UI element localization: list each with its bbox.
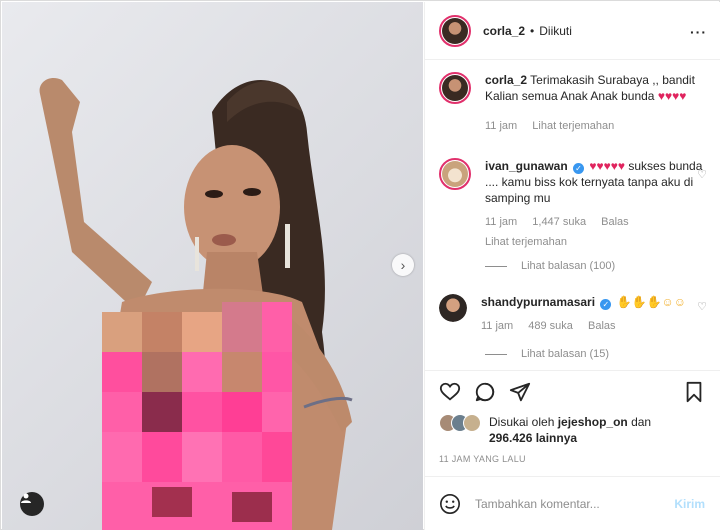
post-side-panel: corla_2 • Diikuti ··· corla_2 Terimakasi…	[424, 2, 720, 530]
avatar[interactable]	[439, 158, 471, 190]
translate-link[interactable]: Lihat terjemahan	[485, 236, 567, 248]
comment-username[interactable]: shandypurnamasari	[481, 295, 595, 309]
verified-badge-icon: ✓	[573, 163, 585, 174]
reply-button[interactable]: Balas	[601, 216, 629, 228]
avatar[interactable]	[439, 72, 471, 104]
likes-prefix: Disukai oleh	[489, 415, 555, 429]
liker-avatars[interactable]	[439, 414, 483, 434]
comment-likes[interactable]: 1,447 suka	[532, 216, 586, 228]
caption-time: 11 jam	[485, 120, 518, 132]
separator-dot: •	[530, 23, 535, 38]
next-photo-button[interactable]: ›	[392, 254, 414, 276]
action-bar	[425, 370, 720, 410]
view-replies[interactable]: Lihat balasan (15)	[485, 348, 609, 360]
likes-mid: dan	[631, 415, 652, 429]
avatar[interactable]	[439, 294, 467, 322]
comment-input[interactable]: Tambahkan komentar...	[475, 497, 655, 511]
view-replies-label[interactable]: Lihat balasan (15)	[521, 348, 609, 360]
add-comment-bar: Tambahkan komentar... Kirim	[425, 476, 720, 530]
photo-illustration	[39, 77, 353, 530]
likes-summary: Disukai oleh jejeshop_on dan 296.426 lai…	[439, 414, 651, 446]
verified-badge-icon: ✓	[600, 299, 612, 310]
caption-username[interactable]: corla_2	[485, 73, 527, 87]
liker-username[interactable]: jejeshop_on	[558, 415, 628, 429]
reply-button[interactable]: Balas	[588, 320, 616, 332]
heart-icon[interactable]	[439, 381, 461, 403]
comment-hearts: ♥♥♥♥♥	[589, 159, 625, 173]
user-tag-button[interactable]	[20, 492, 44, 516]
comment-icon[interactable]	[474, 381, 496, 403]
smiley-icon[interactable]	[439, 493, 461, 515]
comment-like-icon[interactable]: ♡	[697, 168, 707, 181]
caption-hearts: ♥♥♥♥	[657, 89, 687, 103]
comment-item: ivan_gunawan ✓ ♥♥♥♥♥ sukses bunda .... k…	[439, 158, 705, 250]
comment-time: 11 jam	[485, 216, 518, 228]
more-options-icon[interactable]: ···	[690, 24, 707, 40]
comment-like-icon[interactable]: ♡	[697, 300, 707, 313]
chevron-right-icon: ›	[400, 257, 406, 273]
comment-time: 11 jam	[481, 320, 514, 332]
follow-status[interactable]: Diikuti	[539, 24, 572, 38]
post-modal: › corla_2 • Diikuti ··· corla_2 Terimaka…	[0, 0, 720, 530]
comment-item: shandypurnamasari ✓ ✋✋✋☺☺ 11 jam 489 suk…	[439, 294, 701, 334]
header-username[interactable]: corla_2	[483, 24, 525, 38]
comment-emojis: ✋✋✋☺☺	[616, 295, 687, 309]
user-tag-icon	[21, 493, 31, 503]
post-photo[interactable]: ›	[2, 2, 423, 530]
post-header: corla_2 • Diikuti ···	[425, 2, 720, 60]
comments-section: corla_2 Terimakasih Surabaya ,, bandit K…	[425, 62, 720, 368]
post-timestamp: 11 JAM YANG LALU	[439, 454, 526, 464]
send-comment-button[interactable]: Kirim	[674, 497, 705, 511]
comment-likes[interactable]: 489 suka	[528, 320, 573, 332]
translate-link[interactable]: Lihat terjemahan	[532, 120, 614, 132]
comment-username[interactable]: ivan_gunawan	[485, 159, 568, 173]
view-replies[interactable]: Lihat balasan (100)	[485, 260, 615, 272]
view-replies-label[interactable]: Lihat balasan (100)	[521, 260, 615, 272]
send-icon[interactable]	[509, 381, 531, 403]
caption: corla_2 Terimakasih Surabaya ,, bandit K…	[439, 72, 705, 134]
bookmark-icon[interactable]	[683, 381, 705, 403]
avatar[interactable]	[439, 14, 471, 47]
likes-count[interactable]: 296.426 lainnya	[489, 431, 577, 445]
